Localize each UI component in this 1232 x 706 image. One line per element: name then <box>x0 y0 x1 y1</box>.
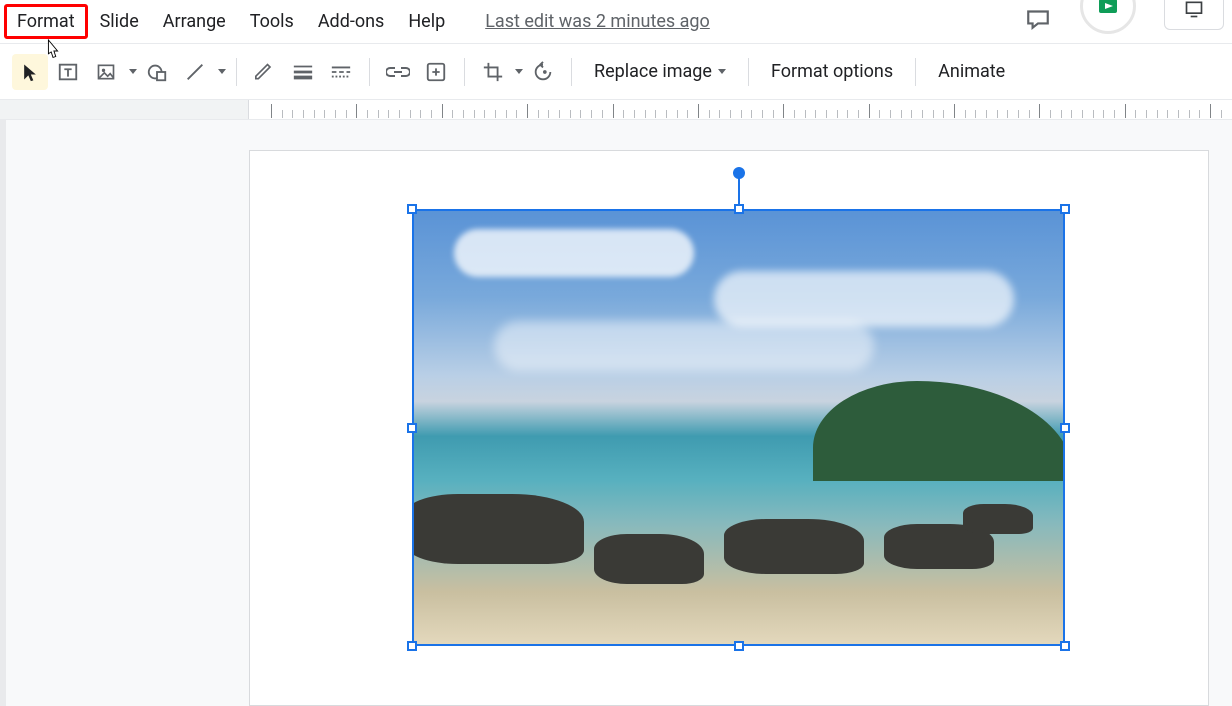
textbox-tool[interactable] <box>50 54 86 90</box>
reset-image-tool[interactable] <box>525 54 561 90</box>
separator <box>748 58 749 86</box>
separator <box>915 58 916 86</box>
resize-handle-mr[interactable] <box>1060 423 1070 433</box>
horizontal-ruler <box>0 100 1232 120</box>
replace-image-button[interactable]: Replace image <box>582 55 738 88</box>
chevron-down-icon <box>718 69 726 74</box>
separator <box>464 58 465 86</box>
slide-canvas[interactable] <box>249 150 1209 706</box>
separator <box>369 58 370 86</box>
chevron-down-icon <box>515 69 523 74</box>
chevron-down-icon <box>129 69 137 74</box>
add-comment-tool[interactable] <box>418 54 454 90</box>
menu-format[interactable]: Format <box>4 4 88 39</box>
menu-tools[interactable]: Tools <box>238 5 306 38</box>
window-top-right <box>1024 2 1224 34</box>
resize-handle-br[interactable] <box>1060 641 1070 651</box>
menu-slide[interactable]: Slide <box>88 5 151 38</box>
slide-thumbnails-edge <box>0 120 6 706</box>
separator <box>571 58 572 86</box>
resize-handle-bm[interactable] <box>734 641 744 651</box>
mask-image-tool[interactable] <box>513 69 523 74</box>
toolbar: Replace image Format options Animate <box>0 44 1232 100</box>
share-profile-button[interactable] <box>1080 0 1136 34</box>
chevron-down-icon <box>218 69 226 74</box>
animate-label: Animate <box>938 61 1005 82</box>
animate-button[interactable]: Animate <box>926 55 1017 88</box>
format-options-label: Format options <box>771 61 893 82</box>
line-tool[interactable] <box>177 54 226 90</box>
separator <box>236 58 237 86</box>
menu-addons[interactable]: Add-ons <box>306 5 397 38</box>
menu-help[interactable]: Help <box>396 5 457 38</box>
ruler-ticks <box>271 100 1232 119</box>
format-options-button[interactable]: Format options <box>759 55 905 88</box>
ruler-margin-shade <box>0 100 249 119</box>
resize-handle-ml[interactable] <box>407 423 417 433</box>
editor-workspace <box>0 120 1232 706</box>
selected-image[interactable] <box>412 209 1065 646</box>
crop-tool[interactable] <box>475 54 511 90</box>
menu-arrange[interactable]: Arrange <box>151 5 238 38</box>
image-content <box>412 209 1065 646</box>
border-weight-tool[interactable] <box>285 54 321 90</box>
image-icon <box>88 54 124 90</box>
insert-link-tool[interactable] <box>380 54 416 90</box>
rotation-handle[interactable] <box>733 167 745 179</box>
insert-image-tool[interactable] <box>88 54 137 90</box>
last-edit-link[interactable]: Last edit was 2 minutes ago <box>485 11 710 32</box>
resize-handle-tr[interactable] <box>1060 204 1070 214</box>
border-color-tool[interactable] <box>247 54 283 90</box>
resize-handle-bl[interactable] <box>407 641 417 651</box>
border-dash-tool[interactable] <box>323 54 359 90</box>
replace-image-label: Replace image <box>594 61 712 82</box>
present-button[interactable] <box>1164 0 1224 30</box>
resize-handle-tl[interactable] <box>407 204 417 214</box>
line-icon <box>177 54 213 90</box>
select-tool[interactable] <box>12 54 48 90</box>
shape-tool[interactable] <box>139 54 175 90</box>
open-comments-icon[interactable] <box>1024 5 1052 31</box>
resize-handle-tm[interactable] <box>734 204 744 214</box>
